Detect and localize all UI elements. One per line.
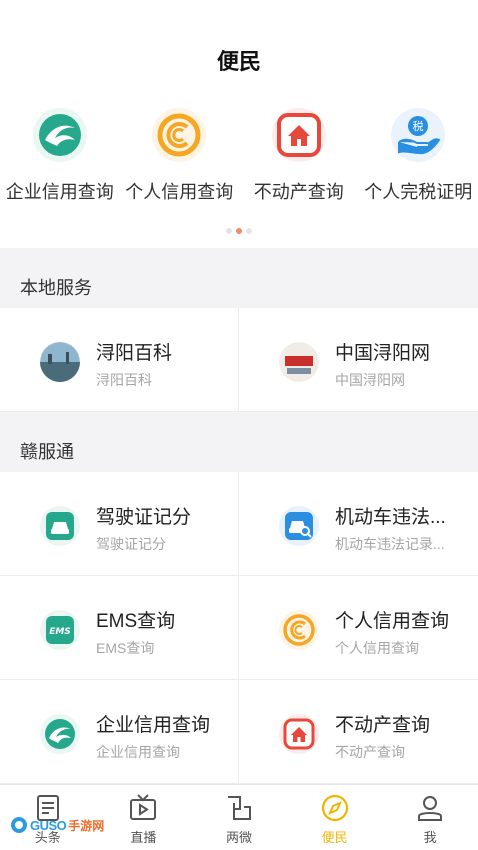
- user-icon: [418, 796, 443, 821]
- quick-enterprise-credit[interactable]: 企业信用查询: [0, 108, 120, 218]
- service-subtitle: 驾驶证记分: [96, 536, 166, 552]
- ems-icon: EMS: [40, 610, 80, 650]
- quick-personal-credit[interactable]: 个人信用查询: [120, 108, 240, 218]
- car-icon: [40, 506, 80, 546]
- real-estate-icon: [279, 714, 319, 754]
- live-tv-icon: [130, 794, 157, 820]
- compass-icon: [321, 794, 348, 822]
- service-china-xunyang[interactable]: 中国浔阳网 中国浔阳网: [239, 308, 478, 412]
- quick-label: 不动产查询: [253, 182, 344, 202]
- china-xunyang-icon: [279, 342, 319, 382]
- service-name: 浔阳百科: [96, 343, 173, 364]
- service-personal-credit[interactable]: 个人信用查询 个人信用查询: [239, 576, 478, 680]
- section-title: 赣服通: [20, 442, 74, 462]
- carousel-dot[interactable]: [226, 228, 232, 234]
- service-subtitle: 不动产查询: [335, 744, 405, 760]
- enterprise-credit-icon: [32, 108, 87, 162]
- ganfutong-grid: 驾驶证记分 驾驶证记分 机动车违法... 机动车违法记录... EMS EMS查…: [0, 472, 478, 784]
- tax-certificate-icon: 税: [391, 108, 446, 162]
- car-search-icon: [279, 506, 319, 546]
- tab-label: 直播: [130, 830, 157, 845]
- quick-label: 个人完税证明: [364, 182, 473, 202]
- watermark-icon: [11, 817, 27, 833]
- service-name: 不动产查询: [335, 715, 431, 736]
- service-subtitle: EMS查询: [96, 640, 155, 656]
- service-real-estate[interactable]: 不动产查询 不动产查询: [239, 680, 478, 784]
- section-header-local: 本地服务: [0, 248, 478, 308]
- service-subtitle: 企业信用查询: [96, 744, 180, 760]
- enterprise-credit-icon: [40, 714, 80, 754]
- service-xunyang-baike[interactable]: 浔阳百科 浔阳百科: [0, 308, 239, 412]
- quick-label: 企业信用查询: [5, 182, 114, 202]
- service-name: 企业信用查询: [96, 715, 211, 736]
- local-services-grid: 浔阳百科 浔阳百科 中国浔阳网 中国浔阳网: [0, 308, 478, 412]
- carousel-dot-active[interactable]: [236, 228, 242, 234]
- carousel-dot[interactable]: [246, 228, 252, 234]
- section-title: 本地服务: [20, 278, 92, 298]
- quick-real-estate[interactable]: 不动产查询: [239, 108, 359, 218]
- tab-convenience[interactable]: 便民: [287, 785, 383, 850]
- service-vehicle-violation[interactable]: 机动车违法... 机动车违法记录...: [239, 472, 478, 576]
- tab-label: 我: [423, 830, 437, 845]
- carousel-indicator[interactable]: [0, 228, 478, 234]
- service-subtitle: 机动车违法记录...: [335, 536, 445, 552]
- service-name: 驾驶证记分: [96, 507, 192, 528]
- tab-label: 便民: [321, 830, 348, 845]
- personal-credit-icon: [279, 610, 319, 650]
- tab-two-micro[interactable]: 两微: [191, 785, 287, 850]
- two-micro-icon: [227, 796, 251, 820]
- personal-credit-icon: [152, 108, 207, 162]
- service-name: 机动车违法...: [335, 507, 446, 528]
- tax-badge-text: 税: [413, 119, 424, 133]
- service-ems[interactable]: EMS EMS查询 EMS查询: [0, 576, 239, 680]
- service-name: 个人信用查询: [335, 611, 450, 632]
- service-name: 中国浔阳网: [335, 343, 431, 364]
- quick-services-row: 企业信用查询 个人信用查询 不动产查询 税 个人完税证明: [0, 108, 478, 218]
- service-name: EMS查询: [96, 611, 176, 632]
- ems-icon-text: EMS: [49, 627, 71, 637]
- page-header: 便民: [0, 0, 478, 96]
- tab-live[interactable]: 直播: [96, 785, 192, 850]
- quick-label: 个人信用查询: [125, 182, 234, 202]
- tab-label: 两微: [225, 830, 252, 845]
- service-subtitle: 个人信用查询: [335, 640, 419, 656]
- real-estate-icon: [271, 108, 326, 162]
- page-title: 便民: [216, 49, 261, 74]
- service-subtitle: 中国浔阳网: [335, 372, 405, 388]
- service-driver-license-points[interactable]: 驾驶证记分 驾驶证记分: [0, 472, 239, 576]
- watermark-text: GUSO: [30, 817, 67, 833]
- service-enterprise-credit[interactable]: 企业信用查询 企业信用查询: [0, 680, 239, 784]
- xunyang-baike-icon: [40, 342, 80, 382]
- service-subtitle: 浔阳百科: [96, 372, 152, 388]
- tab-me[interactable]: 我: [382, 785, 478, 850]
- watermark-logo: GUSO 手游网: [10, 816, 104, 834]
- quick-tax-certificate[interactable]: 税 个人完税证明: [359, 108, 478, 218]
- watermark-cn-text: 手游网: [68, 818, 105, 833]
- section-header-ganfutong: 赣服通: [0, 412, 478, 472]
